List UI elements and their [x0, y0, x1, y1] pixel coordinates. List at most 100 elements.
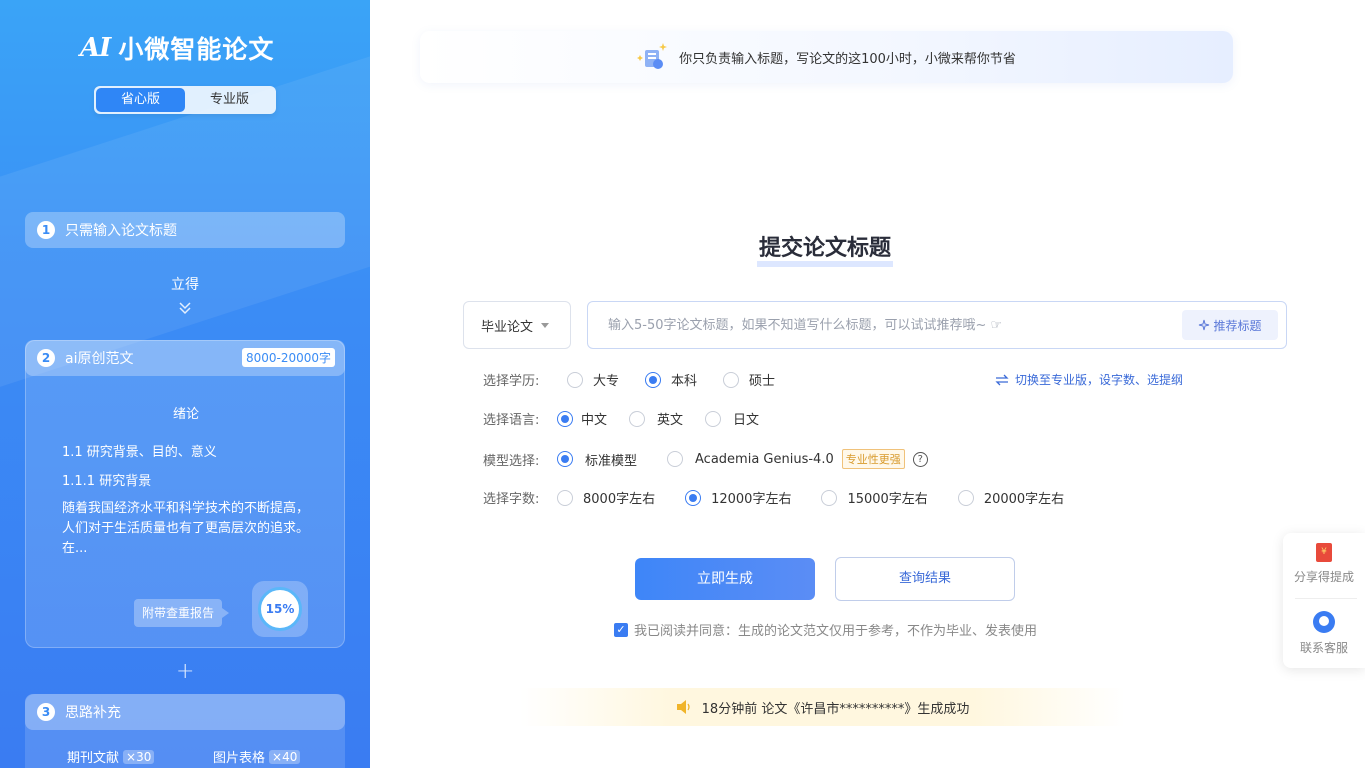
radio-label: 12000字左右	[711, 492, 792, 507]
word-option-12000[interactable]: 12000字左右	[685, 488, 791, 507]
divider	[1295, 598, 1357, 599]
radio-label: 8000字左右	[583, 492, 656, 507]
extra-label: 图片表格	[213, 751, 266, 766]
customer-service-icon	[1313, 611, 1335, 633]
step-label: ai原创范文	[65, 351, 134, 367]
radio-button[interactable]	[557, 451, 573, 467]
model-option-standard[interactable]: 标准模型	[557, 450, 637, 469]
sample-title: 绪论	[172, 407, 199, 422]
radio-label: 英文	[657, 413, 684, 428]
model-option-genius[interactable]: Academia Genius-4.0	[667, 451, 834, 467]
paper-type-value: 毕业论文	[481, 319, 534, 335]
radio-label: 大专	[593, 374, 620, 389]
logo-text: 小微智能论文	[118, 35, 275, 64]
sparkle-icon	[1199, 319, 1210, 331]
language-option-en[interactable]: 英文	[629, 409, 683, 428]
agree-text: 我已阅读并同意：生成的论文范文仅用于参考，不作为毕业、发表使用	[634, 624, 1038, 639]
logo[interactable]: AI 小微智能论文	[80, 30, 274, 66]
education-option-dazhuan[interactable]: 大专	[567, 370, 619, 389]
language-option-ja[interactable]: 日文	[705, 409, 759, 428]
document-sparkle-icon	[637, 43, 668, 69]
word-option-15000[interactable]: 15000字左右	[821, 488, 928, 507]
education-option-shuoshi[interactable]: 硕士	[723, 370, 775, 389]
floating-panel: ¥ 分享得提成 联系客服	[1283, 533, 1365, 668]
agreement: ✓ 我已阅读并同意：生成的论文范文仅用于参考，不作为毕业、发表使用	[614, 620, 1037, 639]
title-input-wrapper: 推荐标题	[587, 301, 1287, 349]
model-label: 模型选择:	[483, 453, 540, 469]
radio-button[interactable]	[957, 489, 974, 506]
share-label: 分享得提成	[1293, 570, 1354, 584]
step-2: 2 ai原创范文 8000-20000字	[25, 340, 345, 376]
education-label: 选择学历:	[483, 374, 540, 389]
instant-label: 立得	[171, 277, 199, 293]
radio-button[interactable]	[723, 371, 740, 388]
recommend-title-label: 推荐标题	[1213, 318, 1262, 333]
version-switch: 省心版 专业版	[94, 86, 276, 114]
page-title: 提交论文标题	[0, 230, 1365, 267]
radio-label: 20000字左右	[983, 492, 1065, 507]
caret-down-icon	[541, 322, 550, 328]
pro-badge: 专业性更强	[841, 449, 905, 469]
paper-type-select[interactable]: 毕业论文	[463, 301, 571, 349]
page-title-text: 提交论文标题	[756, 236, 893, 267]
switch-pro-link[interactable]: 切换至专业版，设字数、选提纲	[995, 371, 1183, 388]
version-basic-tab[interactable]: 省心版	[96, 88, 185, 112]
radio-button[interactable]	[557, 489, 573, 506]
red-packet-icon: ¥	[1316, 543, 1332, 562]
word-option-8000[interactable]: 8000字左右	[557, 488, 655, 507]
radio-label: 本科	[671, 374, 698, 389]
word-count-label: 选择字数:	[483, 492, 540, 507]
recommend-title-button[interactable]: 推荐标题	[1182, 310, 1278, 340]
sample-paragraph: 随着我国经济水平和科学技术的不断提高，人们对于生活质量也有了更高层次的追求。在.…	[62, 501, 310, 556]
radio-button[interactable]	[557, 410, 573, 427]
plus-icon: +	[176, 659, 195, 684]
word-range-badge: 8000-20000字	[241, 348, 335, 367]
slogan-banner: 你只负责输入标题，写论文的这100小时，小微来帮你节省	[420, 31, 1233, 83]
education-option-benke[interactable]: 本科	[645, 370, 697, 389]
switch-pro-label: 切换至专业版，设字数、选提纲	[1015, 373, 1184, 387]
radio-button[interactable]	[567, 371, 583, 388]
logo-mark: AI	[80, 33, 111, 63]
share-commission-button[interactable]: ¥ 分享得提成	[1283, 543, 1365, 585]
radio-label: 日文	[733, 413, 760, 428]
education-row: 选择学历: 大专 本科 硕士	[483, 370, 801, 389]
step-label: 思路补充	[65, 705, 121, 721]
radio-button[interactable]	[705, 410, 722, 427]
report-tag: 附带查重报告	[134, 599, 230, 627]
word-count-row: 选择字数: 8000字左右 12000字左右 15000字左右 20000字左右	[483, 488, 1090, 507]
notice-text: 18分钟前 论文《许昌市**********》生成成功	[701, 701, 970, 717]
sample-heading-2: 1.1.1 研究背景	[62, 474, 152, 489]
step-number: 2	[37, 349, 55, 367]
language-row: 选择语言: 中文 英文 日文	[483, 409, 785, 428]
help-icon[interactable]: ?	[912, 451, 928, 467]
plagiarism-percent: 15%	[258, 587, 302, 631]
agree-checkbox[interactable]: ✓	[614, 622, 628, 637]
extra-figures: 图片表格 ×40	[213, 747, 301, 766]
step-3: 3 思路补充	[25, 694, 345, 730]
radio-button[interactable]	[685, 489, 702, 506]
generate-button[interactable]: 立即生成	[635, 558, 815, 600]
radio-label: 中文	[581, 413, 608, 428]
radio-button[interactable]	[645, 371, 662, 388]
radio-button[interactable]	[821, 489, 838, 506]
sample-card: 绪论 1.1 研究背景、目的、意义 1.1.1 研究背景 随着我国经济水平和科学…	[25, 340, 345, 648]
language-option-zh[interactable]: 中文	[557, 409, 607, 428]
service-label: 联系客服	[1299, 641, 1348, 655]
extra-multiplier: ×40	[269, 749, 301, 764]
double-chevron-down-icon	[179, 302, 191, 315]
model-row: 模型选择: 标准模型 Academia Genius-4.0 专业性更强 ?	[483, 449, 928, 469]
radio-label: 15000字左右	[847, 492, 928, 507]
word-option-20000[interactable]: 20000字左右	[957, 488, 1065, 507]
success-notice: 18分钟前 论文《许昌市**********》生成成功	[520, 688, 1125, 726]
radio-button[interactable]	[667, 451, 684, 467]
title-input[interactable]	[588, 303, 1182, 347]
version-pro-tab[interactable]: 专业版	[185, 88, 274, 112]
query-result-button[interactable]: 查询结果	[835, 557, 1015, 601]
extra-label: 期刊文献	[67, 751, 120, 766]
extra-multiplier: ×30	[123, 749, 155, 764]
radio-label: 硕士	[749, 374, 776, 389]
contact-service-button[interactable]: 联系客服	[1283, 611, 1365, 656]
speaker-icon	[676, 700, 690, 714]
radio-button[interactable]	[629, 410, 646, 427]
step-number: 3	[37, 703, 55, 721]
